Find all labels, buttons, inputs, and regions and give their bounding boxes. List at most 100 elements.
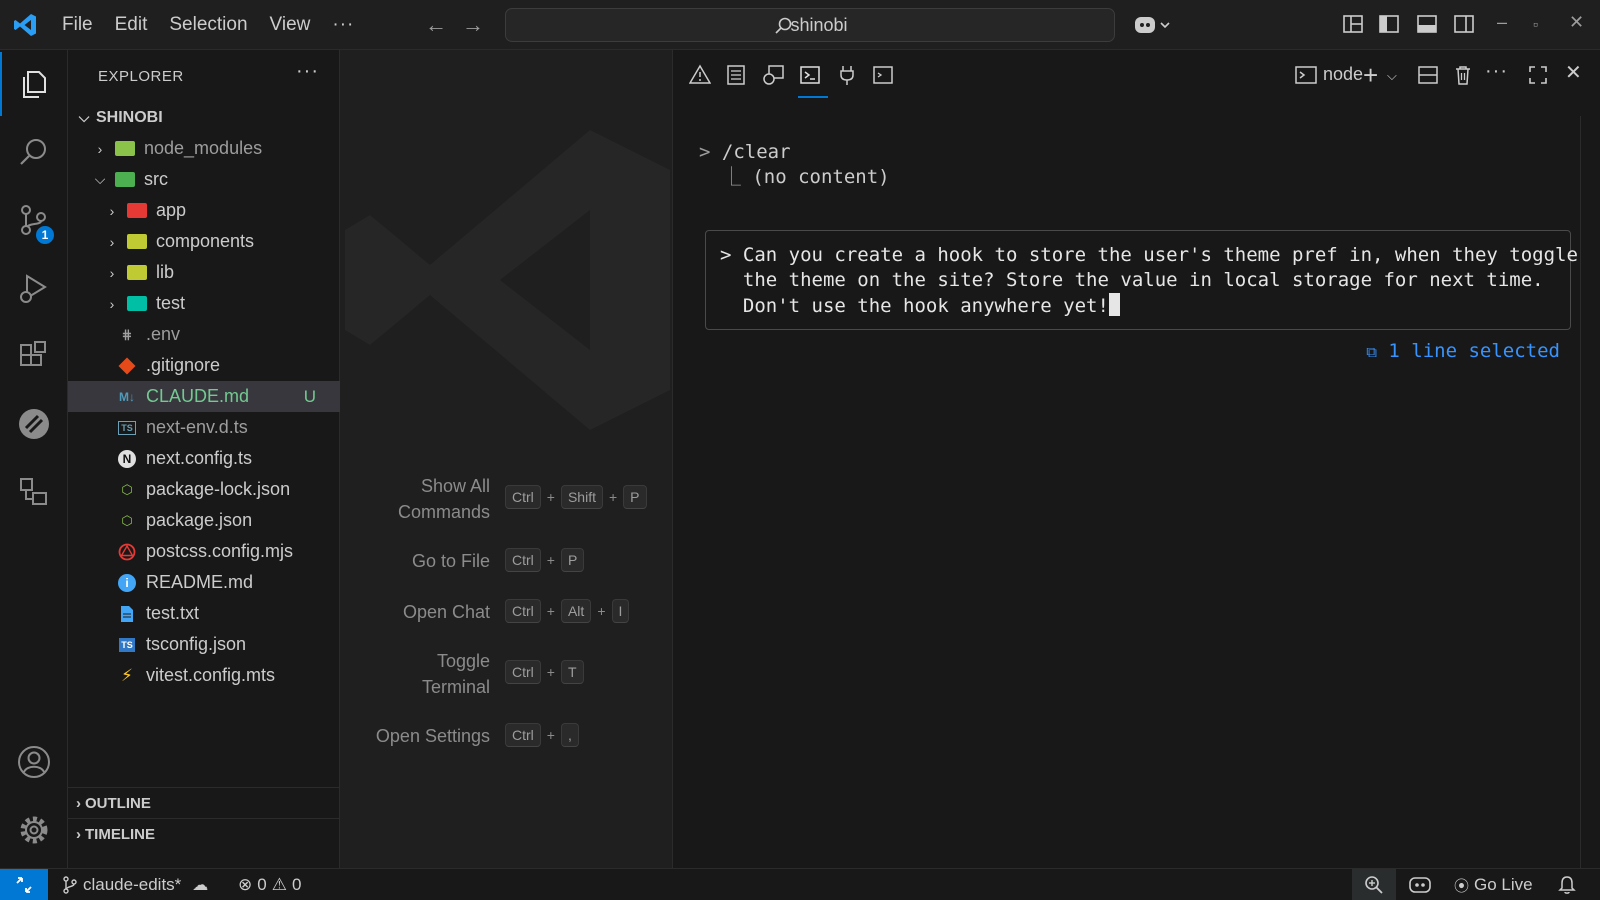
tree-item-label: tsconfig.json xyxy=(146,634,247,654)
forward-arrow-icon[interactable]: → xyxy=(462,12,484,38)
chevron-down-icon[interactable]: ⌵ xyxy=(1387,68,1397,84)
tree-folder-app[interactable]: › app xyxy=(68,195,340,226)
warning-icon: ⚠ xyxy=(271,875,287,894)
shortcut-keys: Ctrl + Shift + P xyxy=(505,485,647,509)
restore-icon[interactable]: ▫ xyxy=(1533,16,1538,32)
search-icon[interactable] xyxy=(0,120,68,184)
tree-item-label: app xyxy=(156,200,187,220)
menu-more[interactable]: ··· xyxy=(332,14,354,36)
postcss-file-icon xyxy=(116,542,138,562)
remote-explorer-icon[interactable] xyxy=(0,392,68,456)
tree-file-env[interactable]: ⋕ .env xyxy=(68,319,340,350)
workspace-root[interactable]: ⌵ SHINOBI xyxy=(68,102,340,133)
account-icon[interactable] xyxy=(0,730,68,794)
new-terminal-plus-icon[interactable]: + xyxy=(1363,60,1378,91)
back-arrow-icon[interactable]: ← xyxy=(425,12,447,38)
close-window-icon[interactable]: ✕ xyxy=(1569,12,1584,33)
terminal-icon xyxy=(1295,65,1317,84)
branch-indicator[interactable]: claude-edits* ☁ xyxy=(62,869,208,900)
menu-edit[interactable]: Edit xyxy=(115,14,148,36)
customize-layout-icon[interactable] xyxy=(1342,13,1364,35)
tree-item-label: test xyxy=(156,293,186,313)
chevron-right-icon: › xyxy=(76,794,81,812)
explorer-more-actions[interactable]: ··· xyxy=(296,60,319,83)
git-branch-icon xyxy=(63,876,77,894)
remote-indicator[interactable] xyxy=(0,869,48,900)
debug-console-icon[interactable] xyxy=(761,64,785,86)
menu-view[interactable]: View xyxy=(270,14,311,36)
tree-folder-test[interactable]: › test xyxy=(68,288,340,319)
menu-file[interactable]: File xyxy=(62,14,93,36)
tree-file-gitignore[interactable]: .gitignore xyxy=(68,350,340,381)
tree-folder-src[interactable]: ⌵ src xyxy=(68,164,340,195)
timeline-section[interactable]: › TIMELINE xyxy=(68,818,340,849)
vscode-logo-icon xyxy=(14,14,36,36)
tree-file-postcss-config[interactable]: postcss.config.mjs xyxy=(68,536,340,567)
minimize-icon[interactable]: – xyxy=(1497,12,1507,33)
ports-icon[interactable] xyxy=(836,64,858,86)
zoom-in-icon xyxy=(1365,876,1383,894)
tree-folder-components[interactable]: › components xyxy=(68,226,340,257)
error-count: 0 xyxy=(257,875,267,894)
markdown-file-icon: M↓ xyxy=(119,389,135,404)
toggle-panel-icon[interactable] xyxy=(1416,13,1438,35)
chevron-right-icon: › xyxy=(109,233,115,250)
tree-file-vitest-config[interactable]: ⚡ vitest.config.mts xyxy=(68,660,340,691)
selection-info-text: 1 line selected xyxy=(1388,340,1560,362)
output-icon[interactable] xyxy=(725,64,747,86)
menu-selection[interactable]: Selection xyxy=(169,14,247,36)
copilot-status[interactable] xyxy=(1408,869,1432,900)
explorer-icon[interactable] xyxy=(0,52,68,116)
tree-item-label: node_modules xyxy=(144,138,263,158)
key-cap: T xyxy=(560,660,584,684)
toggle-primary-sidebar-icon[interactable] xyxy=(1378,13,1400,35)
problems-indicator[interactable]: ⊗ 0 ⚠ 0 xyxy=(238,869,301,900)
maximize-panel-icon[interactable] xyxy=(1527,64,1549,86)
tree-file-test-txt[interactable]: test.txt xyxy=(68,598,340,629)
tree-file-readme[interactable]: i README.md xyxy=(68,567,340,598)
tree-folder-node-modules[interactable]: › node_modules xyxy=(68,133,340,164)
trash-icon[interactable] xyxy=(1452,64,1474,86)
tree-item-label: vitest.config.mts xyxy=(146,665,276,685)
outline-section[interactable]: › OUTLINE xyxy=(68,787,340,818)
prompt-input[interactable]: > Can you create a hook to store the use… xyxy=(720,243,1578,319)
tree-file-tsconfig[interactable]: TS tsconfig.json xyxy=(68,629,340,660)
zoom-indicator[interactable] xyxy=(1352,869,1396,900)
tree-file-next-env[interactable]: TS next-env.d.ts xyxy=(68,412,340,443)
go-live-button[interactable]: ⦿ Go Live xyxy=(1454,869,1533,900)
testing-icon[interactable] xyxy=(0,460,68,524)
extensions-icon[interactable] xyxy=(0,324,68,388)
chevron-down-icon: ⌵ xyxy=(78,109,90,125)
source-control-icon[interactable]: 1 xyxy=(0,188,68,252)
more-actions-icon[interactable]: ··· xyxy=(1485,60,1508,83)
tree-file-package-lock[interactable]: ⬡ package-lock.json xyxy=(68,474,340,505)
comments-terminal-icon[interactable] xyxy=(872,64,894,86)
close-panel-icon[interactable]: ✕ xyxy=(1565,60,1582,85)
chevron-right-icon: › xyxy=(76,825,81,843)
key-cap: Alt xyxy=(560,599,592,623)
editor-area: Show All Commands Ctrl + Shift + P Go to Fi… xyxy=(340,50,672,868)
tree-file-package-json[interactable]: ⬡ package.json xyxy=(68,505,340,536)
problems-icon[interactable] xyxy=(689,64,711,86)
tree-file-claude-md[interactable]: M↓ CLAUDE.md U xyxy=(68,381,340,412)
tree-folder-lib[interactable]: › lib xyxy=(68,257,340,288)
output-branch-glyph: ⎿ xyxy=(721,166,753,188)
notifications-button[interactable] xyxy=(1558,869,1576,900)
command-center[interactable]: shinobi xyxy=(505,8,1115,42)
selection-info: ⧉ 1 line selected xyxy=(1366,340,1560,362)
terminal-selector[interactable]: node xyxy=(1295,64,1363,85)
terminal-scrollbar[interactable] xyxy=(1580,116,1600,868)
copilot-icon[interactable] xyxy=(1133,13,1173,37)
warning-count: 0 xyxy=(291,875,302,894)
text-file-icon xyxy=(116,604,138,624)
tree-file-next-config[interactable]: N next.config.ts xyxy=(68,443,340,474)
claude-prompt-box[interactable]: > Can you create a hook to store the use… xyxy=(705,230,1578,330)
history-output: (no content) xyxy=(752,166,890,188)
copilot-status-icon xyxy=(1409,877,1431,893)
cloud-sync-icon[interactable]: ☁ xyxy=(192,875,208,895)
terminal-tab-icon[interactable] xyxy=(799,64,821,86)
toggle-secondary-sidebar-icon[interactable] xyxy=(1453,13,1475,35)
run-debug-icon[interactable] xyxy=(0,256,68,320)
settings-gear-icon[interactable] xyxy=(0,798,68,862)
split-terminal-icon[interactable] xyxy=(1417,64,1439,86)
